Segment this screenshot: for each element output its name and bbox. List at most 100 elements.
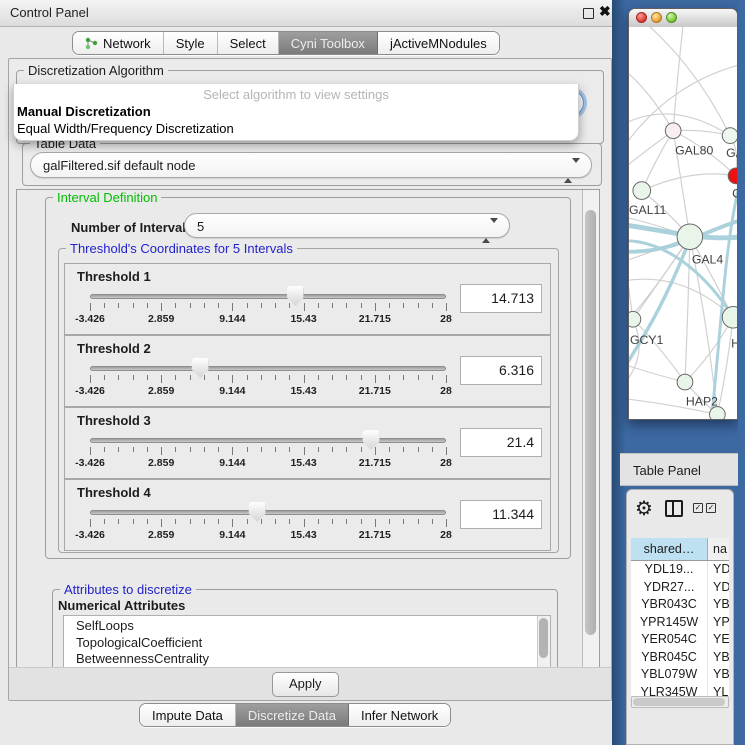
tab-network[interactable]: Network xyxy=(73,32,164,54)
cytoscape-desktop: GAL80GACGAL11GAL4GCY1HHAP2 Table Panel ⚙… xyxy=(612,0,745,745)
float-window-icon[interactable] xyxy=(583,8,594,19)
threshold-slider[interactable]: -3.4262.8599.14415.4321.71528 xyxy=(90,502,446,544)
tick-label: 28 xyxy=(440,529,452,541)
tick-label: 2.859 xyxy=(148,529,174,541)
threshold-label: Threshold 1 xyxy=(77,269,151,284)
tick-label: 28 xyxy=(440,457,452,469)
threshold-value-field[interactable]: 14.713 xyxy=(460,284,542,313)
tick-label: 9.144 xyxy=(219,385,245,397)
network-node-label: H xyxy=(731,337,737,351)
checkbox-icon[interactable]: ✓ xyxy=(706,503,716,513)
tick-label: -3.426 xyxy=(75,457,105,469)
table-row[interactable]: YBL079WYBL0 xyxy=(631,666,729,684)
threshold-value-field[interactable]: 6.316 xyxy=(460,356,542,385)
network-canvas[interactable]: GAL80GACGAL11GAL4GCY1HHAP2 xyxy=(629,27,737,420)
tab-jactivemnodules[interactable]: jActiveMNodules xyxy=(378,32,499,54)
tick-label: -3.426 xyxy=(75,529,105,541)
tick-label: 21.715 xyxy=(359,457,391,469)
close-traffic-light-icon[interactable] xyxy=(636,12,647,23)
threshold-row-4: Threshold 4-3.4262.8599.14415.4321.71528… xyxy=(64,479,551,551)
number-of-intervals-combo[interactable]: 5 xyxy=(184,213,510,238)
tick-label: 2.859 xyxy=(148,313,174,325)
network-node[interactable] xyxy=(633,182,651,200)
table-row[interactable]: YPR145WYPR1 xyxy=(631,614,729,632)
table-panel-title: Table Panel xyxy=(633,463,701,478)
tick-label: 21.715 xyxy=(359,313,391,325)
attribute-list-item[interactable]: TopologicalCoefficient xyxy=(76,635,550,652)
tab-select[interactable]: Select xyxy=(218,32,279,54)
network-nodes: GAL80GACGAL11GAL4GCY1HHAP2 xyxy=(629,123,737,420)
tab-network-label: Network xyxy=(103,36,151,51)
network-node[interactable] xyxy=(677,374,693,390)
slider-ticks xyxy=(90,303,446,312)
attributes-list-scrollbar[interactable] xyxy=(537,616,550,670)
network-node-label: HAP2 xyxy=(686,395,718,409)
threshold-label: Threshold 3 xyxy=(77,413,151,428)
settings-vertical-scrollbar[interactable] xyxy=(582,190,599,669)
table-row[interactable]: YBR045CYBR0 xyxy=(631,649,729,667)
tick-label: 15.43 xyxy=(290,457,316,469)
split-column-icon[interactable] xyxy=(665,500,683,517)
table-row[interactable]: YDL19...YDL1 xyxy=(631,561,729,579)
network-node[interactable] xyxy=(722,128,737,144)
table-row[interactable]: YDR27...YDR2 xyxy=(631,579,729,597)
network-node[interactable] xyxy=(665,123,681,139)
table-row[interactable]: YBR043CYBR0 xyxy=(631,596,729,614)
table-data-combo[interactable]: galFiltered.sif default node xyxy=(30,152,592,178)
threshold-slider[interactable]: -3.4262.8599.14415.4321.71528 xyxy=(90,430,446,472)
table-row[interactable]: YER054CYER0 xyxy=(631,631,729,649)
threshold-row-3: Threshold 3-3.4262.8599.14415.4321.71528… xyxy=(64,407,551,479)
slider-ticks xyxy=(90,375,446,384)
threshold-value-field[interactable]: 11.344 xyxy=(460,500,542,529)
slider-track[interactable] xyxy=(90,510,446,515)
threshold-slider[interactable]: -3.4262.8599.14415.4321.71528 xyxy=(90,358,446,400)
node-attribute-table[interactable]: shared… na YDL19...YDL1YDR27...YDR2YBR04… xyxy=(631,538,729,696)
attributes-group-title: Attributes to discretize xyxy=(60,583,196,596)
threshold-slider[interactable]: -3.4262.8599.14415.4321.71528 xyxy=(90,286,446,328)
attribute-list-item[interactable]: BetweennessCentrality xyxy=(76,651,550,668)
threshold-row-2: Threshold 2-3.4262.8599.14415.4321.71528… xyxy=(64,335,551,407)
threshold-row-1: Threshold 1 -3.4262.8599.14415.4321.71528… xyxy=(64,263,551,335)
thresholds-group-title: Threshold's Coordinates for 5 Intervals xyxy=(66,242,297,255)
network-node-label: GAL11 xyxy=(629,203,666,217)
slider-track[interactable] xyxy=(90,438,446,443)
numerical-attributes-label: Numerical Attributes xyxy=(58,598,185,613)
tab-cyni-toolbox[interactable]: Cyni Toolbox xyxy=(279,32,378,54)
gear-icon[interactable]: ⚙ xyxy=(635,496,653,521)
slider-track[interactable] xyxy=(90,366,446,371)
network-node[interactable] xyxy=(677,224,703,250)
table-header-row: shared… na xyxy=(631,538,729,561)
table-row[interactable]: YLR345WYLR3 xyxy=(631,684,729,697)
top-tab-bar: Network Style Select Cyni Toolbox jActiv… xyxy=(72,31,500,55)
tab-impute-data[interactable]: Impute Data xyxy=(140,704,236,726)
control-panel-titlebar: Control Panel ✖ xyxy=(0,0,618,27)
slider-track[interactable] xyxy=(90,294,446,299)
close-icon[interactable]: ✖ xyxy=(599,3,611,20)
network-node[interactable] xyxy=(710,407,726,420)
tab-style[interactable]: Style xyxy=(164,32,218,54)
tab-infer-network[interactable]: Infer Network xyxy=(349,704,450,726)
popup-hint-item[interactable]: Select algorithm to view settings xyxy=(14,87,578,102)
combo-arrows-icon xyxy=(564,158,580,184)
zoom-traffic-light-icon[interactable] xyxy=(666,12,677,23)
attribute-list-item[interactable]: SelfLoops xyxy=(76,618,550,635)
apply-button[interactable]: Apply xyxy=(272,672,339,697)
tab-discretize-data[interactable]: Discretize Data xyxy=(236,704,349,726)
threshold-value-field[interactable]: 21.4 xyxy=(460,428,542,457)
checkbox-icon[interactable]: ✓ xyxy=(693,503,703,513)
desktop-right-strip xyxy=(738,0,745,745)
column-header-name[interactable]: na xyxy=(708,538,729,560)
tick-label: 15.43 xyxy=(290,385,316,397)
popup-option-manual-discretization[interactable]: Manual Discretization xyxy=(17,104,151,119)
table-horizontal-scrollbar[interactable] xyxy=(631,696,729,708)
column-header-shared-name[interactable]: shared… xyxy=(631,538,708,560)
tick-label: 9.144 xyxy=(219,529,245,541)
network-node[interactable] xyxy=(629,311,641,327)
numerical-attributes-list[interactable]: SelfLoopsTopologicalCoefficientBetweenne… xyxy=(63,615,551,670)
application-window: Control Panel ✖ Network Style Select Cyn… xyxy=(0,0,745,745)
minimize-traffic-light-icon[interactable] xyxy=(651,12,662,23)
popup-option-equal-width-frequency[interactable]: Equal Width/Frequency Discretization xyxy=(17,121,234,136)
network-window-titlebar[interactable] xyxy=(629,9,737,28)
network-node-label: GAL4 xyxy=(692,252,724,266)
network-node-label: GAL80 xyxy=(675,143,713,157)
